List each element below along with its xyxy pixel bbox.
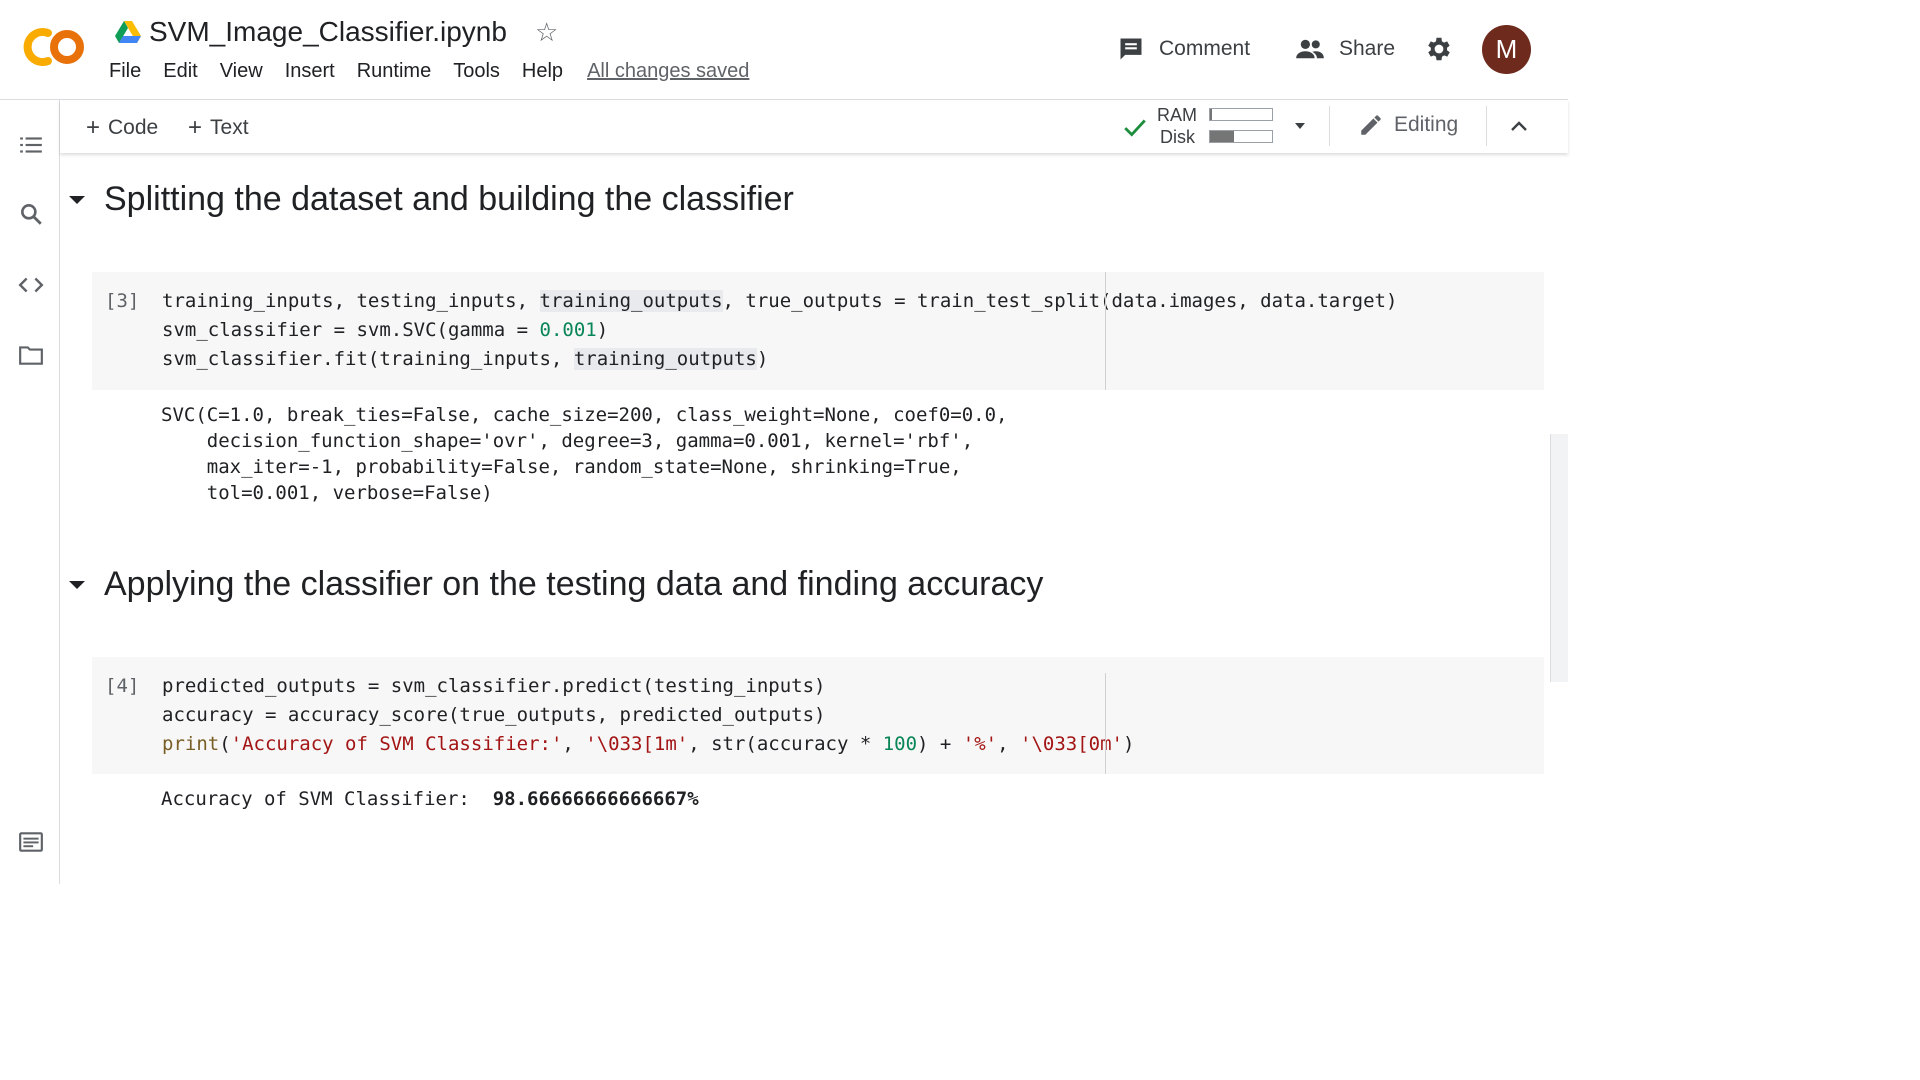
folder-icon[interactable] (18, 342, 44, 368)
line-length-ruler (1105, 673, 1106, 774)
chevron-up-icon[interactable] (1508, 116, 1530, 138)
share-label: Share (1339, 37, 1396, 60)
save-status-link[interactable]: All changes saved (587, 60, 749, 83)
colab-logo[interactable] (18, 22, 88, 72)
disk-label: Disk (1160, 127, 1195, 147)
output-line: max_iter=-1, probability=False, random_s… (161, 456, 962, 478)
editing-label: Editing (1394, 113, 1459, 136)
section-title: Applying the classifier on the testing d… (104, 565, 1044, 603)
disk-usage-bar[interactable] (1209, 130, 1273, 143)
add-code-label: Code (108, 116, 159, 139)
menu-view[interactable]: View (220, 60, 263, 83)
collapse-caret-icon[interactable] (66, 189, 88, 211)
share-button[interactable]: Share (1295, 32, 1395, 66)
code-snippets-icon[interactable] (18, 272, 44, 298)
ram-label: RAM (1157, 105, 1197, 125)
disk-usage-fill (1210, 131, 1234, 142)
menu-bar: File Edit View Insert Runtime Tools Help… (109, 60, 749, 83)
toolbar-divider (1486, 106, 1487, 146)
execution-count: [3] (105, 290, 140, 312)
section-heading: Applying the classifier on the testing d… (66, 565, 1043, 604)
pencil-icon (1361, 115, 1381, 135)
add-text-button[interactable]: + Text (188, 114, 249, 142)
output-label: Accuracy of SVM Classifier: (161, 788, 493, 810)
star-icon[interactable]: ☆ (535, 19, 558, 45)
menu-edit[interactable]: Edit (163, 60, 197, 83)
code-cell[interactable]: [4] predicted_outputs = svm_classifier.p… (92, 657, 1544, 774)
search-icon[interactable] (18, 201, 44, 227)
cell-output: SVC(C=1.0, break_ties=False, cache_size=… (161, 402, 1007, 506)
terminal-icon[interactable] (18, 829, 44, 855)
code-cell[interactable]: [3] training_inputs, testing_inputs, tra… (92, 272, 1544, 390)
menu-runtime[interactable]: Runtime (357, 60, 431, 83)
menu-insert[interactable]: Insert (285, 60, 335, 83)
section-heading: Splitting the dataset and building the c… (66, 180, 794, 219)
toc-icon[interactable] (18, 132, 44, 158)
accuracy-value: 98.66666666666667% (492, 788, 699, 810)
menu-file[interactable]: File (109, 60, 141, 83)
collapse-caret-icon[interactable] (66, 574, 88, 596)
add-code-button[interactable]: + Code (86, 114, 158, 142)
code-line: predicted_outputs = svm_classifier.predi… (162, 675, 826, 697)
ram-usage-fill (1210, 109, 1213, 120)
code-line: training_inputs, testing_inputs, trainin… (162, 290, 1398, 312)
output-line: decision_function_shape='ovr', degree=3,… (161, 430, 974, 452)
code-line: print('Accuracy of SVM Classifier:', '\0… (162, 733, 1135, 755)
avatar[interactable]: M (1482, 25, 1531, 74)
comment-label: Comment (1159, 37, 1251, 60)
ram-usage-bar[interactable] (1209, 108, 1273, 121)
plus-icon: + (86, 114, 101, 141)
title-row: SVM_Image_Classifier.ipynb ☆ (115, 14, 558, 50)
output-line: tol=0.001, verbose=False) (161, 482, 493, 504)
resources-dropdown-icon[interactable] (1292, 118, 1308, 134)
execution-count: [4] (105, 675, 140, 697)
gear-icon[interactable] (1424, 34, 1454, 64)
add-text-label: Text (210, 116, 249, 139)
line-length-ruler (1105, 272, 1106, 390)
menu-tools[interactable]: Tools (453, 60, 500, 83)
toolbar-divider (1329, 106, 1330, 146)
comment-icon (1120, 38, 1142, 60)
menu-help[interactable]: Help (522, 60, 563, 83)
section-title: Splitting the dataset and building the c… (104, 180, 794, 218)
editing-mode-button[interactable]: Editing (1358, 112, 1458, 138)
left-sidebar (0, 100, 60, 884)
plus-icon: + (188, 114, 203, 141)
avatar-initial: M (1495, 34, 1518, 64)
notebook-toolbar: + Code + Text RAM Disk Editing (60, 100, 1568, 153)
google-drive-icon[interactable] (115, 21, 141, 43)
comment-button[interactable]: Comment (1117, 32, 1250, 66)
code-editor[interactable]: training_inputs, testing_inputs, trainin… (162, 287, 1397, 374)
connected-check-icon[interactable] (1122, 114, 1148, 140)
code-line: accuracy = accuracy_score(true_outputs, … (162, 704, 826, 726)
output-line: SVC(C=1.0, break_ties=False, cache_size=… (161, 404, 1008, 426)
scrollbar[interactable] (1550, 434, 1568, 682)
people-icon (1296, 39, 1324, 59)
cell-output: Accuracy of SVM Classifier: 98.666666666… (161, 786, 699, 812)
app-header: SVM_Image_Classifier.ipynb ☆ File Edit V… (0, 0, 1568, 100)
code-line: svm_classifier = svm.SVC(gamma = 0.001) (162, 319, 609, 341)
code-editor[interactable]: predicted_outputs = svm_classifier.predi… (162, 672, 1134, 759)
code-line: svm_classifier.fit(training_inputs, trai… (162, 348, 769, 370)
notebook-title[interactable]: SVM_Image_Classifier.ipynb (149, 16, 507, 48)
